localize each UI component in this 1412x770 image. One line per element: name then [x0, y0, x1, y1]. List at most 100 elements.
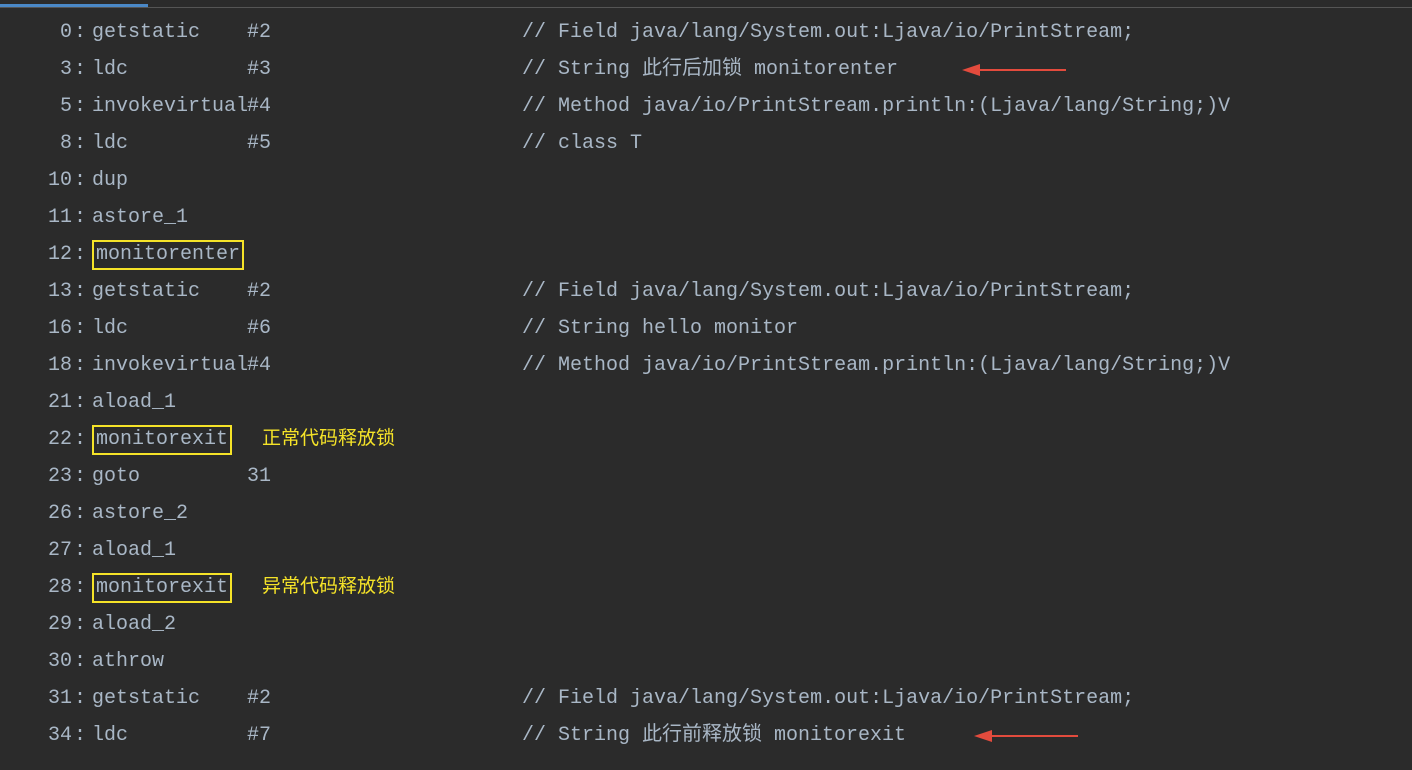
bytecode-line[interactable]: 21:aload_1	[0, 384, 1412, 421]
instruction-cell: invokevirtual	[92, 347, 247, 384]
instruction-cell: aload_1	[92, 384, 247, 421]
operand: #7	[247, 717, 522, 754]
offset: 22	[0, 421, 72, 458]
comment: // Field java/lang/System.out:Ljava/io/P…	[522, 14, 1134, 51]
offset: 21	[0, 384, 72, 421]
operand: #4	[247, 347, 522, 384]
colon: :	[72, 569, 92, 606]
instruction-cell: monitorenter	[92, 236, 247, 273]
instruction-cell: ldc	[92, 310, 247, 347]
bytecode-line[interactable]: 29:aload_2	[0, 606, 1412, 643]
bytecode-line[interactable]: 0:getstatic#2// Field java/lang/System.o…	[0, 14, 1412, 51]
colon: :	[72, 384, 92, 421]
bytecode-line[interactable]: 30:athrow	[0, 643, 1412, 680]
highlight-box: monitorenter	[92, 240, 244, 270]
instruction: getstatic	[92, 280, 200, 303]
colon: :	[72, 236, 92, 273]
colon: :	[72, 347, 92, 384]
instruction-cell: ldc	[92, 51, 247, 88]
bytecode-line[interactable]: 28:monitorexit异常代码释放锁	[0, 569, 1412, 606]
instruction-cell: astore_1	[92, 199, 247, 236]
annotation-note: 异常代码释放锁	[262, 576, 395, 597]
bytecode-line[interactable]: 34:ldc #7// String 此行前释放锁 monitorexit	[0, 717, 1412, 754]
instruction-cell: athrow	[92, 643, 247, 680]
colon: :	[72, 680, 92, 717]
colon: :	[72, 606, 92, 643]
offset: 13	[0, 273, 72, 310]
colon: :	[72, 14, 92, 51]
operand: #2	[247, 273, 522, 310]
instruction-cell: monitorexit异常代码释放锁	[92, 569, 395, 606]
colon: :	[72, 199, 92, 236]
bytecode-line[interactable]: 22:monitorexit正常代码释放锁	[0, 421, 1412, 458]
comment: // String hello monitor	[522, 310, 798, 347]
bytecode-line[interactable]: 31:getstatic#2// Field java/lang/System.…	[0, 680, 1412, 717]
bytecode-line[interactable]: 13:getstatic#2// Field java/lang/System.…	[0, 273, 1412, 310]
instruction-cell: aload_2	[92, 606, 247, 643]
colon: :	[72, 643, 92, 680]
bytecode-line[interactable]: 12:monitorenter	[0, 236, 1412, 273]
bytecode-line[interactable]: 16:ldc #6// String hello monitor	[0, 310, 1412, 347]
comment: // Method java/io/PrintStream.println:(L…	[522, 347, 1230, 384]
instruction: ldc	[92, 132, 128, 155]
arrow-annotation-icon	[958, 61, 1068, 79]
offset: 3	[0, 51, 72, 88]
bytecode-line[interactable]: 18:invokevirtual#4// Method java/io/Prin…	[0, 347, 1412, 384]
bytecode-line[interactable]: 5:invokevirtual#4// Method java/io/Print…	[0, 88, 1412, 125]
instruction-cell: ldc	[92, 717, 247, 754]
instruction: invokevirtual	[92, 95, 248, 118]
comment: // String 此行前释放锁 monitorexit	[522, 717, 906, 754]
instruction-cell: getstatic	[92, 14, 247, 51]
colon: :	[72, 717, 92, 754]
bytecode-line[interactable]: 11:astore_1	[0, 199, 1412, 236]
colon: :	[72, 532, 92, 569]
instruction-cell: dup	[92, 162, 247, 199]
operand: #5	[247, 125, 522, 162]
bytecode-line[interactable]: 26:astore_2	[0, 495, 1412, 532]
colon: :	[72, 310, 92, 347]
instruction: aload_1	[92, 539, 176, 562]
instruction: astore_1	[92, 206, 188, 229]
offset: 8	[0, 125, 72, 162]
comment: // Method java/io/PrintStream.println:(L…	[522, 88, 1230, 125]
bytecode-line[interactable]: 27:aload_1	[0, 532, 1412, 569]
comment: // class T	[522, 125, 642, 162]
colon: :	[72, 458, 92, 495]
bytecode-line[interactable]: 3:ldc#3// String 此行后加锁 monitorenter	[0, 51, 1412, 88]
bytecode-line[interactable]: 10:dup	[0, 162, 1412, 199]
offset: 23	[0, 458, 72, 495]
instruction: aload_1	[92, 391, 176, 414]
instruction: athrow	[92, 650, 164, 673]
highlight-box: monitorexit	[92, 425, 232, 455]
instruction-cell: aload_1	[92, 532, 247, 569]
offset: 16	[0, 310, 72, 347]
colon: :	[72, 495, 92, 532]
bytecode-line[interactable]: 8:ldc #5// class T	[0, 125, 1412, 162]
operand: 31	[247, 458, 522, 495]
instruction: invokevirtual	[92, 354, 248, 377]
bytecode-line[interactable]: 23:goto31	[0, 458, 1412, 495]
offset: 26	[0, 495, 72, 532]
offset: 30	[0, 643, 72, 680]
instruction: ldc	[92, 317, 128, 340]
instruction: ldc	[92, 58, 128, 81]
operand: #3	[247, 51, 522, 88]
instruction-cell: ldc	[92, 125, 247, 162]
instruction: getstatic	[92, 21, 200, 44]
offset: 29	[0, 606, 72, 643]
operand: #6	[247, 310, 522, 347]
colon: :	[72, 51, 92, 88]
tab-strip	[0, 0, 1412, 8]
bytecode-listing[interactable]: 0:getstatic#2// Field java/lang/System.o…	[0, 8, 1412, 754]
instruction-cell: astore_2	[92, 495, 247, 532]
instruction-cell: getstatic	[92, 273, 247, 310]
offset: 10	[0, 162, 72, 199]
instruction: astore_2	[92, 502, 188, 525]
instruction: ldc	[92, 724, 128, 747]
offset: 5	[0, 88, 72, 125]
offset: 0	[0, 14, 72, 51]
colon: :	[72, 125, 92, 162]
annotation-note: 正常代码释放锁	[262, 428, 395, 449]
arrow-annotation-icon	[970, 727, 1080, 745]
offset: 34	[0, 717, 72, 754]
